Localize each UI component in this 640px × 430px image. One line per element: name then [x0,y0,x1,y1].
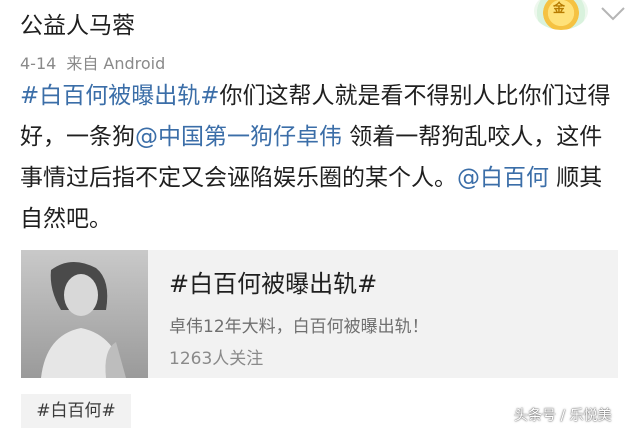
hashtag-link[interactable]: #白百何被曝出轨# [20,83,220,109]
post-header: 公益人马蓉 4-14 来自 Android 金 [20,0,630,76]
chevron-down-icon[interactable] [598,2,628,26]
topic-title: #白百何被曝出轨# [169,270,378,298]
topic-description: 卓伟12年大料，白百何被曝出轨！ [169,317,429,337]
mention-link[interactable]: @白百何 [457,165,549,191]
mention-link[interactable]: @中国第一狗仔卓伟 [135,124,342,150]
topic-card[interactable]: #白百何被曝出轨# 卓伟12年大料，白百何被曝出轨！ 1263人关注 [21,250,618,378]
topic-thumbnail [21,250,148,378]
post-source: 来自 Android [66,54,166,73]
post-date: 4-14 [20,54,57,73]
topic-tag[interactable]: #白百何# [21,394,131,428]
author-name[interactable]: 公益人马蓉 [20,6,135,40]
badge-mark: 金 [553,1,566,15]
topic-follower-count: 1263人关注 [169,349,264,369]
watermark: 头条号 / 乐悦美 [514,408,612,424]
gold-medal-badge-icon[interactable]: 金 [534,0,588,30]
post-body: #白百何被曝出轨#你们这帮人就是看不得别人比你们过得好，一条狗@中国第一狗仔卓伟… [20,76,620,240]
post-meta: 4-14 来自 Android [20,50,165,74]
